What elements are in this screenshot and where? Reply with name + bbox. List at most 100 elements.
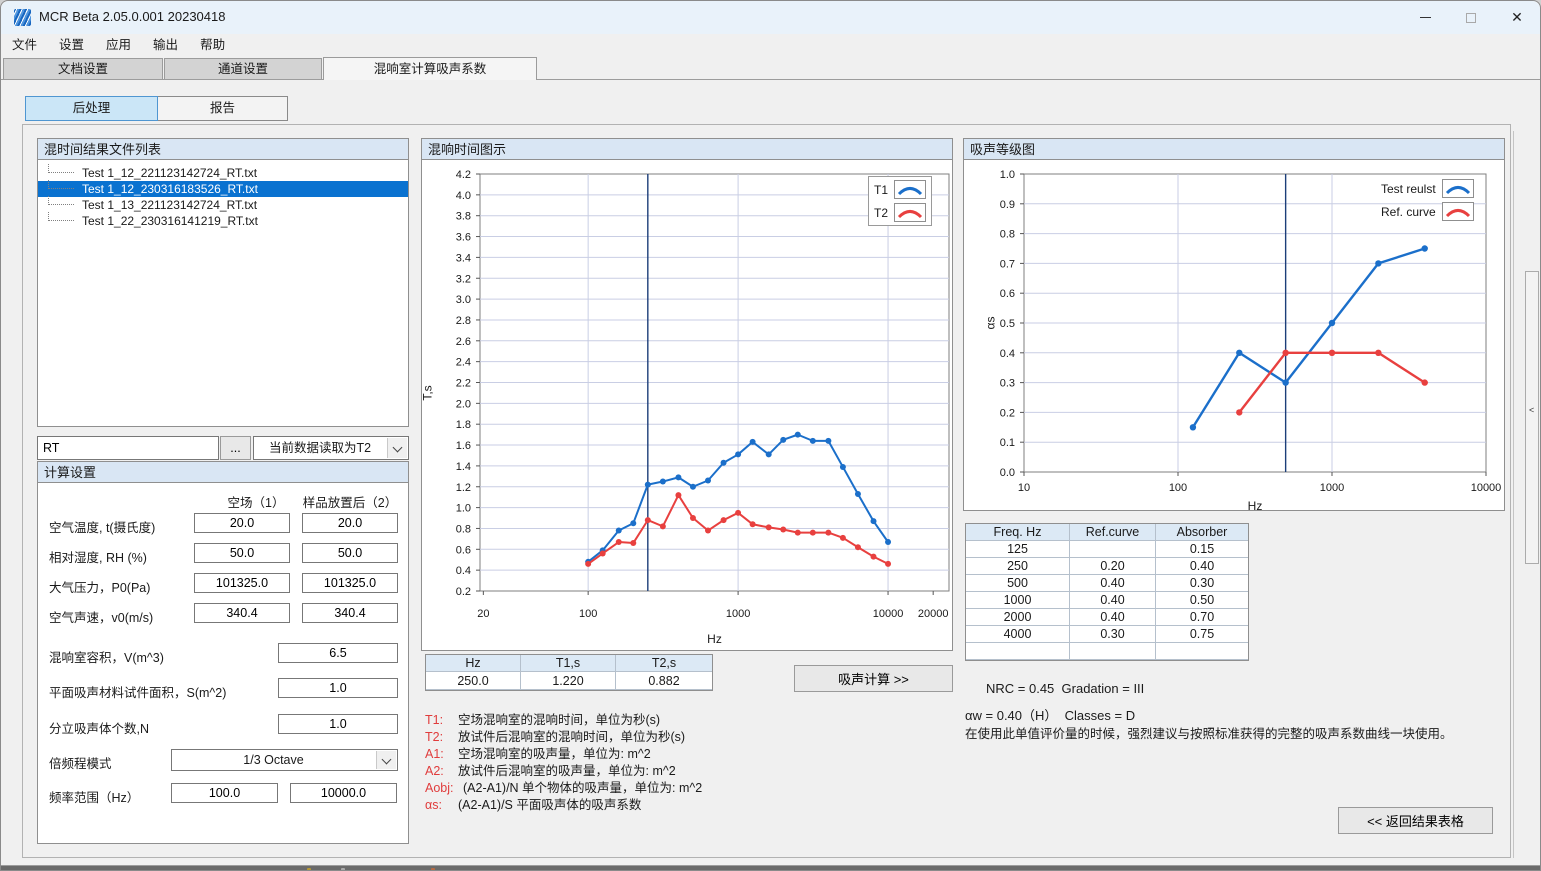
- table-cell: 250: [966, 558, 1070, 575]
- svg-text:10000: 10000: [1471, 482, 1502, 494]
- svg-text:100: 100: [1169, 482, 1187, 494]
- absorption-chart[interactable]: 0.00.10.20.30.40.50.60.70.80.91.01010010…: [964, 160, 1504, 510]
- table-cell: [1156, 643, 1248, 660]
- svg-text:0.8: 0.8: [1000, 229, 1015, 241]
- browse-button[interactable]: ...: [220, 436, 251, 460]
- svg-text:2.2: 2.2: [456, 378, 471, 390]
- svg-text:0.2: 0.2: [1000, 407, 1015, 419]
- list-item-selected[interactable]: Test 1_12_230316183526_RT.txt: [38, 181, 408, 197]
- freq-max-input[interactable]: [290, 783, 397, 803]
- file-list[interactable]: Test 1_12_221123142724_RT.txt Test 1_12_…: [38, 160, 408, 426]
- col-header: T1,s: [521, 655, 616, 672]
- table-cell: 125: [966, 541, 1070, 558]
- label-room-volume: 混响室容积，V(m^3): [49, 647, 164, 666]
- tab-reverb-room-absorption[interactable]: 混响室计算吸声系数: [323, 57, 537, 80]
- table-cell: [1070, 541, 1156, 558]
- rt-readout-table: Hz T1,s T2,s 250.0 1.220 0.882: [425, 654, 713, 691]
- table-cell: 0.40: [1070, 609, 1156, 626]
- table-cell: [1070, 643, 1156, 660]
- absorption-calc-button[interactable]: 吸声计算 >>: [794, 665, 953, 692]
- menu-settings[interactable]: 设置: [48, 35, 95, 55]
- window-title: MCR Beta 2.05.0.001 20230418: [39, 9, 225, 24]
- menu-application[interactable]: 应用: [95, 35, 142, 55]
- humidity-1-input[interactable]: [194, 543, 290, 563]
- menu-output[interactable]: 输出: [142, 35, 189, 55]
- panel-collapse-handle[interactable]: <: [1525, 271, 1539, 564]
- svg-text:0.7: 0.7: [1000, 258, 1015, 270]
- octave-mode-combo[interactable]: 1/3 Octave: [171, 749, 398, 771]
- rt-file-list-panel: 混时间结果文件列表 Test 1_12_221123142724_RT.txt …: [37, 138, 409, 427]
- tab-document-settings[interactable]: 文档设置: [3, 58, 163, 79]
- absorption-chart-title: 吸声等级图: [964, 139, 1504, 160]
- svg-text:0.8: 0.8: [456, 523, 471, 535]
- maximize-button[interactable]: [1448, 1, 1494, 34]
- menu-file[interactable]: 文件: [1, 35, 48, 55]
- absorber-count-input[interactable]: [278, 714, 398, 734]
- freq-min-input[interactable]: [171, 783, 278, 803]
- rt-name-input[interactable]: [37, 436, 219, 460]
- pressure-2-input[interactable]: [302, 573, 398, 593]
- subtab-postprocess[interactable]: 后处理: [25, 96, 158, 121]
- close-button[interactable]: ✕: [1494, 1, 1540, 34]
- svg-text:100: 100: [579, 608, 597, 620]
- tab-channel-settings[interactable]: 通道设置: [164, 58, 322, 79]
- col-header: Freq. Hz: [966, 524, 1070, 541]
- air-temp-1-input[interactable]: [194, 513, 290, 533]
- legend-label-t2: T2: [874, 206, 888, 220]
- chevron-down-icon: [382, 755, 392, 765]
- svg-text:3.0: 3.0: [456, 294, 471, 306]
- table-cell: 2000: [966, 609, 1070, 626]
- label-sample-area: 平面吸声材料试件面积，S(m^2): [49, 682, 226, 701]
- col-header-with-sample: 样品放置后（2）: [302, 492, 398, 511]
- alpha-w-value: αw = 0.40（H）: [965, 708, 1057, 723]
- sample-area-input[interactable]: [278, 678, 398, 698]
- subtab-report[interactable]: 报告: [157, 96, 288, 121]
- humidity-2-input[interactable]: [302, 543, 398, 563]
- svg-text:1000: 1000: [1320, 482, 1344, 494]
- svg-text:0.2: 0.2: [456, 586, 471, 598]
- calc-settings-title: 计算设置: [38, 462, 408, 483]
- tree-branch-icon: [48, 196, 74, 205]
- svg-text:1.0: 1.0: [1000, 169, 1015, 181]
- air-temp-2-input[interactable]: [302, 513, 398, 533]
- main-tabstrip: 文档设置 通道设置 混响室计算吸声系数: [1, 57, 1541, 80]
- table-cell: 250.0: [426, 672, 521, 690]
- sound-speed-2-input[interactable]: [302, 603, 398, 623]
- note-alpha-s: αs:(A2-A1)/S 平面吸声体的吸声系数: [425, 794, 641, 813]
- legend-curve-icon: [894, 203, 926, 222]
- col-header: T2,s: [616, 655, 712, 672]
- nrc-line: NRC = 0.45 Gradation = III: [986, 681, 1144, 696]
- list-item[interactable]: Test 1_22_230316141219_RT.txt: [38, 213, 408, 229]
- current-data-combo[interactable]: 当前数据读取为T2: [253, 436, 409, 460]
- rt-chart[interactable]: 0.20.40.60.81.01.21.41.61.82.02.22.42.62…: [422, 160, 952, 650]
- label-pressure: 大气压力，P0(Pa): [49, 577, 150, 596]
- list-item[interactable]: Test 1_13_221123142724_RT.txt: [38, 197, 408, 213]
- tree-branch-icon: [48, 180, 74, 189]
- combo-dropdown-button[interactable]: [376, 751, 396, 769]
- single-value-note: 在使用此单值评价量的时候，强烈建议与按照标准获得的完整的吸声系数曲线一块使用。: [965, 723, 1453, 742]
- svg-text:0.4: 0.4: [1000, 348, 1015, 360]
- svg-text:1.2: 1.2: [456, 482, 471, 494]
- list-item[interactable]: Test 1_12_221123142724_RT.txt: [38, 165, 408, 181]
- table-cell: 0.15: [1156, 541, 1248, 558]
- label-octave-mode: 倍频程模式: [49, 753, 112, 772]
- back-to-results-button[interactable]: << 返回结果表格: [1338, 807, 1493, 834]
- svg-text:0.6: 0.6: [456, 544, 471, 556]
- minimize-button[interactable]: [1402, 1, 1448, 34]
- absorption-table: Freq. Hz Ref.curve Absorber 125 0.15 250…: [965, 523, 1249, 661]
- label-air-temp: 空气温度, t(摄氏度): [49, 517, 155, 536]
- svg-text:2.4: 2.4: [456, 357, 471, 369]
- svg-text:20: 20: [477, 608, 489, 620]
- table-cell: 0.882: [616, 672, 712, 690]
- pressure-1-input[interactable]: [194, 573, 290, 593]
- sound-speed-1-input[interactable]: [194, 603, 290, 623]
- svg-text:3.8: 3.8: [456, 211, 471, 223]
- combo-dropdown-button[interactable]: [387, 438, 407, 458]
- taskbar-sliver: [1, 865, 1541, 871]
- combo-value: 当前数据读取为T2: [254, 437, 386, 459]
- legend-label-ref-curve: Ref. curve: [1381, 205, 1436, 219]
- room-volume-input[interactable]: [278, 643, 398, 663]
- svg-text:1.0: 1.0: [456, 503, 471, 515]
- menu-help[interactable]: 帮助: [189, 35, 236, 55]
- rt-chart-ylabel: T,s: [421, 385, 435, 400]
